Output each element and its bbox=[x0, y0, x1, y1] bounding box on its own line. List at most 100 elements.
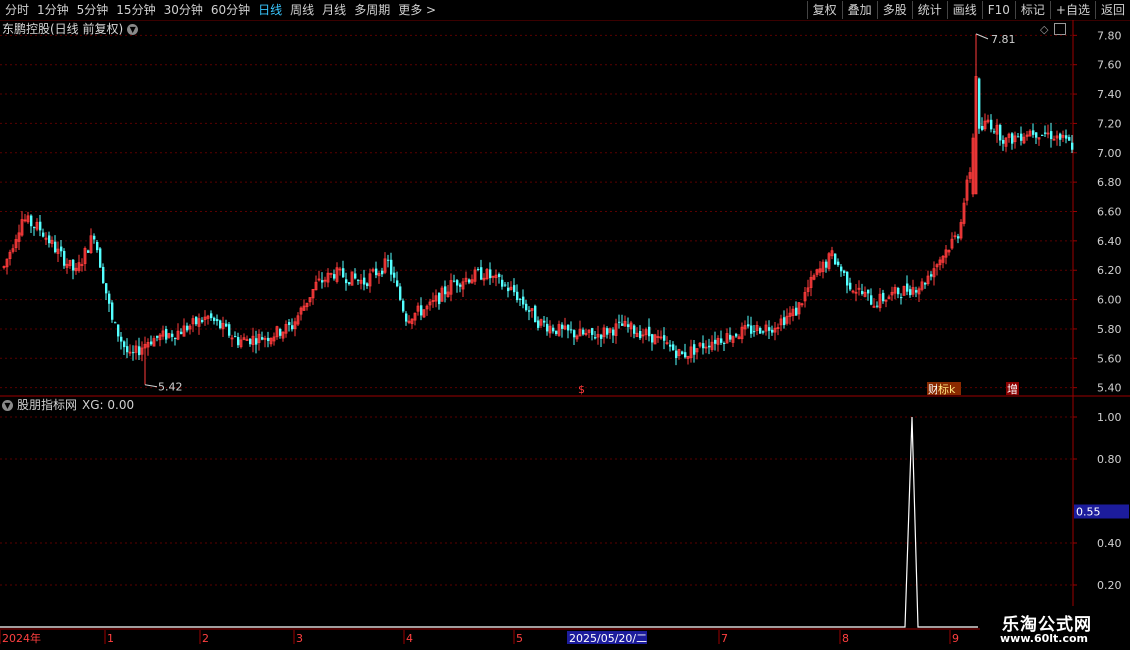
candle-body bbox=[1032, 130, 1035, 135]
candle-body bbox=[444, 286, 447, 295]
price-tick-label: 7.00 bbox=[1097, 147, 1122, 160]
candle-body bbox=[375, 268, 378, 276]
date-label: 7 bbox=[721, 632, 728, 645]
candle-body bbox=[582, 329, 585, 335]
candle-body bbox=[279, 329, 282, 336]
date-label: 3 bbox=[296, 632, 303, 645]
candle-body bbox=[399, 286, 402, 300]
candle-body bbox=[768, 327, 771, 331]
candle-body bbox=[354, 273, 357, 279]
candle-body bbox=[633, 325, 636, 334]
candle-body bbox=[594, 337, 597, 339]
candle-body bbox=[543, 320, 546, 323]
candle-body bbox=[693, 344, 696, 355]
date-label: 2 bbox=[202, 632, 209, 645]
date-label: 1 bbox=[107, 632, 114, 645]
candle-body bbox=[519, 298, 522, 300]
candle-body bbox=[186, 325, 189, 331]
candle-body bbox=[498, 274, 501, 278]
candle-body bbox=[906, 283, 909, 292]
candle-body bbox=[30, 215, 33, 227]
candle-body bbox=[672, 344, 675, 351]
candle-body bbox=[357, 279, 360, 281]
candlestick-series bbox=[2, 33, 1074, 385]
candle-body bbox=[900, 297, 903, 299]
candle-body bbox=[48, 235, 51, 244]
candle-body bbox=[1065, 135, 1068, 139]
candle-body bbox=[126, 346, 129, 353]
price-tick-label: 6.40 bbox=[1097, 235, 1122, 248]
candle-body bbox=[390, 259, 393, 275]
candle-body bbox=[1059, 133, 1062, 140]
candle-body bbox=[867, 289, 870, 294]
candle-body bbox=[1041, 134, 1044, 136]
candle-body bbox=[849, 282, 852, 290]
candle-body bbox=[1011, 133, 1014, 144]
candle-body bbox=[507, 287, 510, 292]
price-tick-label: 7.20 bbox=[1097, 117, 1122, 130]
candle-body bbox=[861, 291, 864, 294]
kline-chart[interactable]: 7.815.42 $ 财标k 增 7.807.607.407.207.006.806.… bbox=[0, 0, 1130, 650]
candle-body bbox=[453, 280, 456, 282]
candle-body bbox=[174, 337, 177, 339]
candle-body bbox=[288, 322, 291, 326]
candle-body bbox=[93, 235, 96, 240]
candle-body bbox=[750, 325, 753, 334]
candle-body bbox=[1050, 131, 1053, 140]
event-marker: 标k bbox=[938, 382, 956, 396]
xg-line bbox=[0, 416, 978, 628]
candle-body bbox=[573, 330, 576, 338]
candle-body bbox=[639, 330, 642, 339]
candle-body bbox=[897, 287, 900, 295]
candle-body bbox=[171, 333, 174, 337]
candle-body bbox=[216, 319, 219, 322]
candle-body bbox=[150, 341, 153, 345]
price-tick-label: 6.00 bbox=[1097, 294, 1122, 307]
candle-body bbox=[537, 320, 540, 328]
candle-body bbox=[684, 352, 687, 358]
candle-body bbox=[513, 285, 516, 293]
candle-body bbox=[219, 320, 222, 329]
candle-body bbox=[882, 292, 885, 302]
candle-body bbox=[999, 124, 1002, 141]
candle-body bbox=[405, 313, 408, 322]
candle-body bbox=[366, 283, 369, 286]
candle-body bbox=[840, 266, 843, 272]
candle-body bbox=[606, 328, 609, 335]
date-label: 4 bbox=[406, 632, 413, 645]
price-tick-label: 6.20 bbox=[1097, 264, 1122, 277]
date-label: 5 bbox=[516, 632, 523, 645]
high-label: 7.81 bbox=[991, 33, 1016, 46]
candle-body bbox=[120, 336, 123, 342]
candle-body bbox=[561, 324, 564, 329]
candle-body bbox=[267, 337, 270, 341]
candle-body bbox=[1044, 132, 1047, 134]
price-tick-label: 5.80 bbox=[1097, 323, 1122, 336]
candle-body bbox=[234, 336, 237, 338]
candle-body bbox=[321, 280, 324, 283]
candle-body bbox=[735, 333, 738, 337]
candle-body bbox=[363, 277, 366, 285]
candle-body bbox=[909, 289, 912, 296]
candle-body bbox=[957, 236, 960, 239]
candle-body bbox=[915, 290, 918, 293]
candle-body bbox=[729, 334, 732, 340]
candle-body bbox=[102, 266, 105, 284]
candle-body bbox=[981, 125, 984, 130]
candle-body bbox=[837, 261, 840, 266]
price-tick-label: 7.80 bbox=[1097, 29, 1122, 42]
candle-body bbox=[99, 248, 102, 268]
candle-body bbox=[834, 253, 837, 265]
event-marker: 增 bbox=[1007, 382, 1018, 396]
high-pointer bbox=[975, 33, 989, 40]
candle-body bbox=[456, 280, 459, 286]
candle-body bbox=[771, 329, 774, 333]
date-label: 9 bbox=[952, 632, 959, 645]
candle-body bbox=[618, 321, 621, 323]
candle-body bbox=[237, 337, 240, 346]
candle-body bbox=[72, 259, 75, 271]
candle-body bbox=[291, 325, 294, 330]
candle-body bbox=[333, 274, 336, 279]
candle-body bbox=[63, 250, 66, 266]
candle-body bbox=[546, 323, 549, 332]
